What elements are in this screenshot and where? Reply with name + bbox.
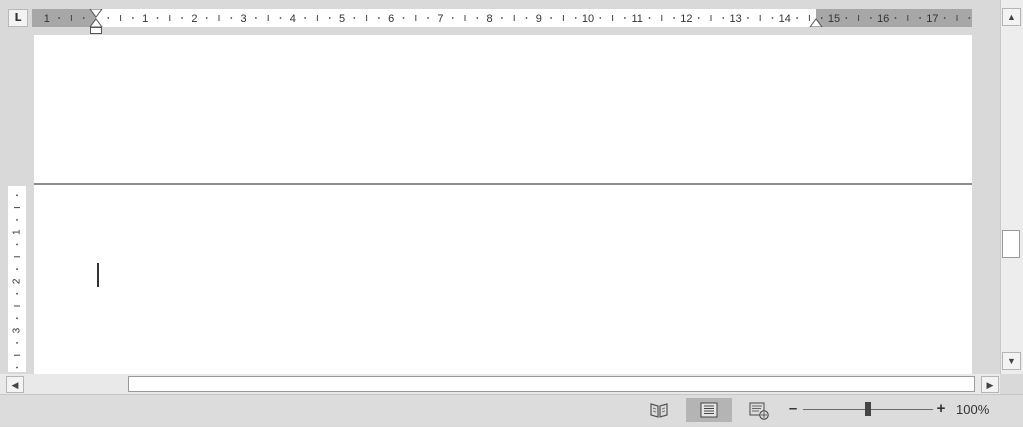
ruler-quarter-dot: [304, 17, 306, 19]
ruler-quarter-dot: [968, 17, 971, 19]
ruler-quarter-dot: [205, 17, 208, 19]
ruler-number: 4: [290, 13, 296, 25]
page-lines-icon: [700, 402, 718, 418]
ruler-quarter-dot: [353, 17, 356, 19]
ruler-quarter-dot: [845, 17, 848, 19]
web-page-icon: [749, 402, 769, 420]
ruler-quarter-dot: [16, 268, 18, 270]
ruler-quarter-dot: [919, 17, 921, 19]
ruler-quarter-dot: [624, 17, 626, 19]
ruler-quarter-dot: [16, 292, 18, 295]
ruler-number: 2: [191, 13, 197, 25]
open-book-icon: [650, 403, 668, 418]
ruler-quarter-dot: [648, 17, 651, 19]
ruler-quarter-dot: [820, 17, 823, 19]
ruler-quarter-dot: [230, 17, 233, 19]
zoom-out-button[interactable]: –: [786, 399, 800, 419]
ruler-quarter-dot: [771, 17, 774, 19]
ruler-number: 5: [339, 13, 345, 25]
ruler-quarter-dot: [550, 17, 552, 19]
ruler-quarter-dot: [132, 17, 134, 19]
text-cursor: [97, 263, 99, 287]
ruler-quarter-dot: [82, 17, 85, 19]
ruler-quarter-dot: [894, 17, 897, 19]
ruler-quarter-dot: [574, 17, 577, 19]
ruler-number: 2: [12, 278, 23, 284]
ruler-text-area: [96, 9, 816, 27]
ruler-number: 1: [142, 13, 148, 25]
zoom-slider-thumb[interactable]: [865, 402, 871, 416]
ruler-number: 17: [926, 13, 938, 25]
horizontal-ruler[interactable]: 1 1 2 3 4 5 6 7 8 9 10 11 12 13 14 15 16 17: [32, 9, 972, 27]
ruler-quarter-dot: [16, 194, 18, 197]
ruler-quarter-dot: [451, 17, 454, 19]
ruler-quarter-dot: [870, 17, 872, 19]
ruler-quarter-dot: [181, 17, 184, 19]
ruler-number: 7: [437, 13, 443, 25]
ruler-quarter-dot: [525, 17, 528, 19]
ruler-quarter-dot: [476, 17, 479, 19]
ruler-number: 12: [680, 13, 692, 25]
ruler-quarter-dot: [722, 17, 725, 19]
vertical-ruler[interactable]: 1 2 3: [8, 186, 26, 372]
page-break-line: [34, 183, 972, 185]
ruler-number: 8: [487, 13, 493, 25]
ruler-number: 10: [582, 13, 594, 25]
ruler-number: 15: [828, 13, 840, 25]
ruler-number: 14: [779, 13, 791, 25]
zoom-in-button[interactable]: +: [934, 399, 948, 419]
ruler-quarter-dot: [673, 17, 675, 19]
ruler-quarter-dot: [16, 243, 18, 246]
ruler-number: 1: [44, 13, 50, 25]
ruler-quarter-dot: [378, 17, 380, 19]
ruler-quarter-dot: [107, 17, 110, 19]
read-mode-button[interactable]: [636, 398, 682, 422]
ruler-quarter-dot: [255, 17, 257, 19]
scroll-up-button[interactable]: ▲: [1002, 8, 1021, 26]
ruler-quarter-dot: [599, 17, 602, 19]
zoom-level-label[interactable]: 100%: [956, 401, 1006, 419]
ruler-number: 3: [12, 327, 23, 333]
ruler-quarter-dot: [402, 17, 405, 19]
ruler-quarter-dot: [796, 17, 798, 19]
left-indent-marker[interactable]: [90, 27, 102, 34]
ruler-quarter-dot: [697, 17, 700, 19]
ruler-quarter-dot: [156, 17, 159, 19]
ruler-quarter-dot: [328, 17, 331, 19]
ruler-number: 3: [241, 13, 247, 25]
ruler-quarter-dot: [16, 342, 18, 344]
ruler-number: 11: [631, 13, 642, 25]
ruler-quarter-dot: [58, 17, 60, 19]
ruler-quarter-dot: [279, 17, 282, 19]
scroll-left-button[interactable]: ◀: [6, 376, 24, 393]
ruler-number: 1: [12, 229, 23, 235]
horizontal-scroll-thumb[interactable]: [128, 376, 975, 392]
ruler-quarter-dot: [427, 17, 429, 19]
ruler-quarter-dot: [747, 17, 749, 19]
ruler-quarter-dot: [16, 366, 18, 369]
ruler-number: 9: [536, 13, 542, 25]
tab-selector-button[interactable]: L: [8, 9, 28, 27]
ruler-quarter-dot: [943, 17, 946, 19]
document-page[interactable]: [34, 35, 972, 374]
ruler-quarter-dot: [16, 219, 18, 221]
ruler-number: 16: [877, 13, 889, 25]
ruler-quarter-dot: [501, 17, 503, 19]
scroll-right-button[interactable]: ▶: [981, 376, 999, 393]
web-layout-button[interactable]: [736, 398, 782, 422]
ruler-number: 13: [729, 13, 741, 25]
scroll-down-button[interactable]: ▼: [1002, 352, 1021, 370]
print-layout-button[interactable]: [686, 398, 732, 422]
ruler-quarter-dot: [16, 317, 18, 320]
vertical-scroll-thumb[interactable]: [1002, 230, 1020, 258]
ruler-number: 6: [388, 13, 394, 25]
vertical-scrollbar[interactable]: [1000, 0, 1023, 374]
